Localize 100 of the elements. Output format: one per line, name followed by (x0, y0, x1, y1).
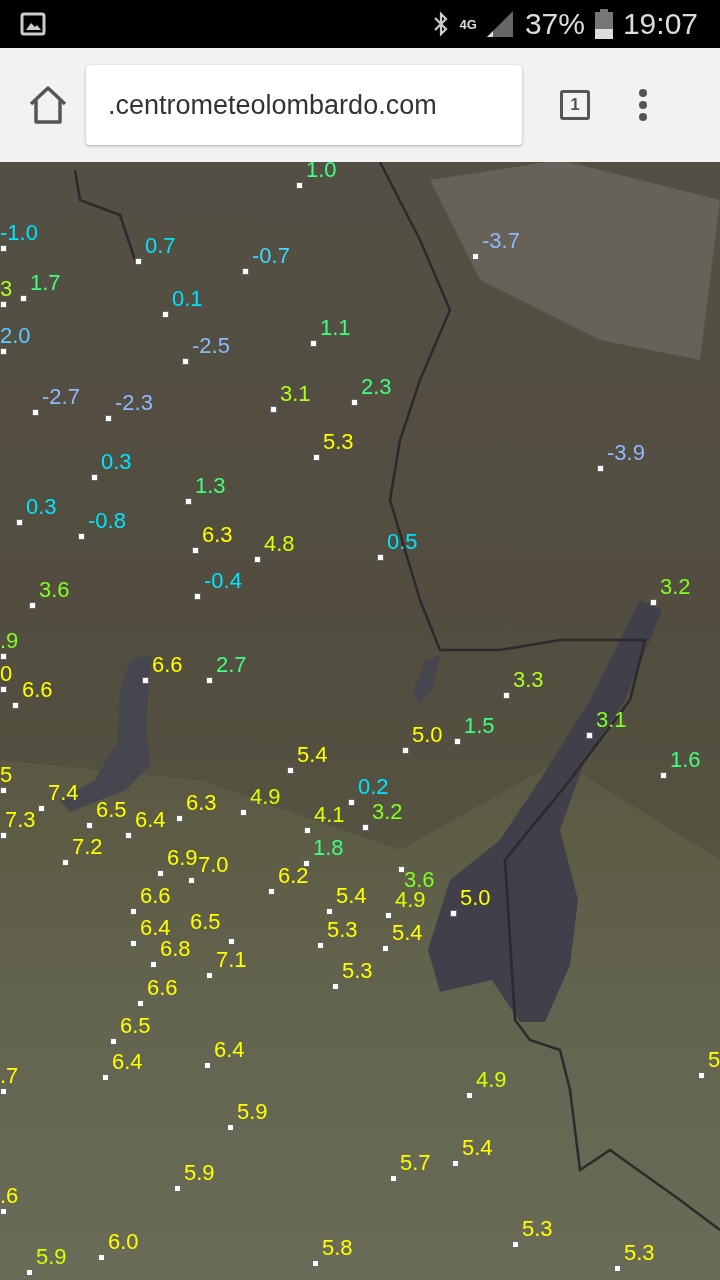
station-marker (110, 1038, 117, 1045)
station-marker (78, 533, 85, 540)
temperature-label: 5.4 (297, 742, 328, 768)
network-type: 4G (459, 17, 477, 31)
station-marker (125, 832, 132, 839)
temperature-label: 5 (708, 1047, 720, 1073)
temperature-label: 7.3 (5, 807, 36, 833)
temperature-label: 5.8 (322, 1235, 353, 1261)
station-marker (192, 547, 199, 554)
station-marker (29, 602, 36, 609)
battery-icon (594, 9, 613, 39)
station-marker (326, 908, 333, 915)
station-marker (268, 888, 275, 895)
station-marker (385, 912, 392, 919)
station-marker (0, 1208, 7, 1215)
temperature-label: 2.3 (361, 374, 392, 400)
temperature-label: -0.4 (204, 568, 242, 594)
temperature-label: 1.7 (30, 270, 61, 296)
temperature-label: 5.3 (323, 429, 354, 455)
station-marker (0, 245, 7, 252)
temperature-label: 3.2 (372, 799, 403, 825)
temperature-label: 5.0 (460, 885, 491, 911)
station-marker (12, 702, 19, 709)
station-marker (312, 1260, 319, 1267)
menu-icon[interactable] (638, 88, 648, 122)
temperature-label: 6.6 (147, 975, 178, 1001)
station-marker (206, 972, 213, 979)
bluetooth-icon (431, 11, 450, 37)
station-marker (157, 870, 164, 877)
station-marker (26, 1269, 33, 1276)
temperature-label: -3.7 (482, 228, 520, 254)
station-marker (240, 809, 247, 816)
station-marker (348, 799, 355, 806)
temperature-label: .9 (0, 628, 19, 654)
temperature-label: 6.5 (190, 909, 221, 935)
temperature-label: 1.0 (306, 162, 337, 183)
temperature-label: 0.3 (26, 494, 57, 520)
station-marker (270, 406, 277, 413)
temperature-label: 3.1 (280, 381, 311, 407)
station-marker (16, 519, 23, 526)
station-marker (362, 824, 369, 831)
station-marker (174, 1185, 181, 1192)
temperature-label: 0.1 (172, 286, 203, 312)
station-marker (242, 268, 249, 275)
temperature-label: 5.0 (412, 722, 443, 748)
temperature-label: 5.9 (184, 1160, 215, 1186)
url-field[interactable]: .centrometeolombardo.com (86, 65, 522, 145)
temperature-label: 2.7 (216, 652, 247, 678)
station-marker (188, 877, 195, 884)
station-marker (135, 258, 142, 265)
temperature-label: 7.2 (72, 834, 103, 860)
station-marker (98, 1254, 105, 1261)
temperature-label: 3 (0, 276, 13, 302)
station-marker (660, 772, 667, 779)
station-marker (398, 866, 405, 873)
station-marker (304, 827, 311, 834)
battery-percent: 37% (524, 7, 585, 41)
station-marker (597, 465, 604, 472)
temperature-label: 6.2 (278, 863, 309, 889)
temperature-label: 1.3 (195, 473, 226, 499)
station-marker (586, 732, 593, 739)
temperature-label: .7 (0, 1063, 19, 1089)
temperature-label: 5.4 (392, 920, 423, 946)
temperature-label: 1.5 (464, 713, 495, 739)
station-marker (38, 805, 45, 812)
temperature-label: -0.7 (252, 243, 290, 269)
station-marker (227, 1124, 234, 1131)
station-marker (91, 474, 98, 481)
clock-time: 19:07 (622, 7, 698, 41)
temperature-label: 4.8 (264, 531, 295, 557)
station-marker (0, 301, 7, 308)
temperature-label: 4.1 (314, 802, 345, 828)
station-marker (466, 1092, 473, 1099)
station-marker (450, 910, 457, 917)
temperature-label: -1.0 (0, 220, 38, 246)
temperature-label: 5.4 (462, 1135, 493, 1161)
temperature-label: 6.0 (108, 1229, 139, 1255)
station-marker (0, 653, 7, 660)
temperature-label: 1.6 (670, 747, 701, 773)
station-marker (204, 1062, 211, 1069)
temperature-label: 6.5 (120, 1013, 151, 1039)
temperature-label: 3.1 (596, 707, 627, 733)
station-marker (454, 738, 461, 745)
temperature-label: 6.6 (22, 677, 53, 703)
station-marker (105, 415, 112, 422)
station-marker (176, 815, 183, 822)
tab-count-button[interactable]: 1 (560, 90, 590, 120)
station-marker (206, 677, 213, 684)
station-marker (32, 409, 39, 416)
temperature-label: 1.8 (313, 835, 344, 861)
station-marker (296, 182, 303, 189)
temperature-label: 0 (0, 661, 13, 687)
station-marker (303, 860, 310, 867)
home-icon[interactable] (28, 86, 68, 124)
temperature-label: 5.9 (237, 1099, 268, 1125)
image-notification-icon (20, 12, 46, 36)
station-marker (86, 822, 93, 829)
station-marker (0, 787, 7, 794)
temperature-label: -2.7 (42, 384, 80, 410)
temperature-label: 5.3 (522, 1216, 553, 1242)
